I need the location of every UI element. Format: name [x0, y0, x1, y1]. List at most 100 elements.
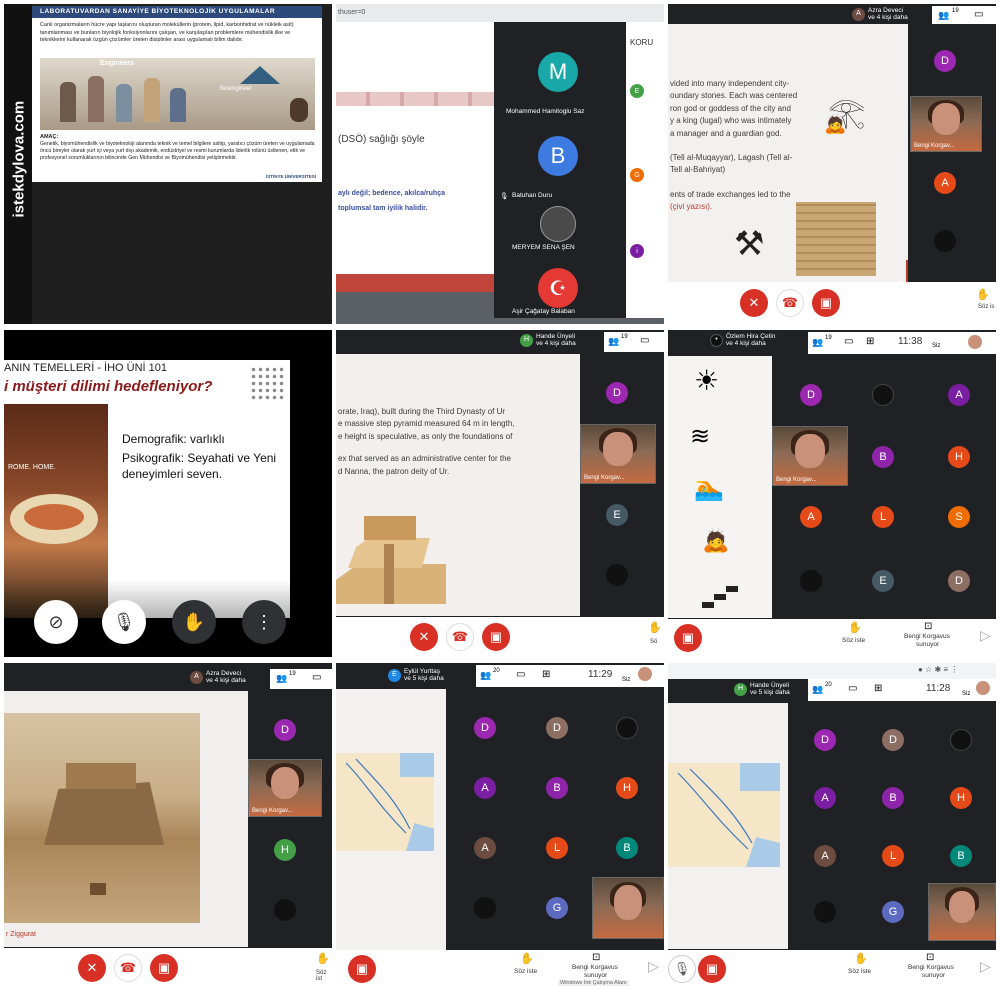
end-call-button[interactable]: ☎	[446, 623, 474, 651]
mesopotamia-map	[668, 763, 780, 867]
participant-avatar: H	[950, 787, 972, 809]
presenter-chip[interactable]: H Hande Ünyeli ve 4 kişi daha	[518, 331, 582, 350]
presenter-chip[interactable]: • Özlem Hira Çetin ve 4 kişi daha	[708, 331, 782, 350]
tile-biotech-slide: istekdylova.com LABORATUVARDAN SANAYİYE …	[4, 4, 332, 324]
people-panel: KORU E G i	[626, 22, 664, 318]
people-icon[interactable]: 👥	[276, 673, 287, 684]
activities-icon[interactable]: ⊞	[542, 669, 550, 680]
mic-button[interactable]: 🎙	[668, 955, 696, 983]
participant-avatar: G	[882, 901, 904, 923]
camera-off-button[interactable]: ⊘	[34, 600, 78, 644]
amac-label: AMAÇ:	[40, 134, 59, 140]
panel-avatar: G	[630, 168, 644, 182]
play-icon[interactable]: ▷	[648, 958, 659, 975]
participant-avatar	[606, 564, 628, 586]
participant-avatar: D	[606, 382, 628, 404]
end-call-button[interactable]: ☎	[776, 289, 804, 317]
url-fragment: thuser=0	[338, 9, 366, 16]
people-icon[interactable]: 👥	[480, 670, 491, 681]
raise-hand-icon[interactable]: ✋	[316, 952, 330, 965]
control-bar: ✕ ☎ ▣ ✋ Sö	[336, 617, 664, 657]
participant-avatar: M	[538, 52, 578, 92]
activities-icon[interactable]: ⊞	[874, 683, 882, 694]
presenter-chip[interactable]: E Eylül Yurttaş ve 5 kişi daha	[386, 666, 450, 685]
participant-avatar: D	[882, 729, 904, 751]
camera-off-button[interactable]: ▣	[698, 955, 726, 983]
participant-avatar	[950, 729, 972, 751]
camera-off-button[interactable]: ▣	[812, 289, 840, 317]
chat-icon[interactable]: ▭	[844, 336, 853, 347]
participant-avatar: L	[546, 837, 568, 859]
chat-icon[interactable]: ▭	[516, 669, 525, 680]
camera-off-button[interactable]: ▣	[150, 954, 178, 982]
camera-off-button[interactable]: ▣	[482, 623, 510, 651]
activities-icon[interactable]: ⊞	[866, 336, 874, 347]
mic-off-button[interactable]: ✕	[78, 954, 106, 982]
presenter-camera	[928, 883, 996, 941]
presenter-chip[interactable]: A Azra Deveci ve 4 kişi daha	[850, 5, 914, 24]
participant-avatar: A	[814, 787, 836, 809]
slide: r Ziggurat	[4, 691, 248, 947]
avatar[interactable]	[638, 667, 652, 681]
end-call-button[interactable]: ☎	[114, 954, 142, 982]
raise-hand-icon[interactable]: ✋	[854, 952, 868, 965]
present-icon[interactable]: ⊡	[924, 621, 932, 632]
people-count: 20	[825, 682, 832, 688]
participant-avatar	[616, 717, 638, 739]
presenter-camera	[592, 877, 664, 939]
participant-avatar: A	[474, 837, 496, 859]
participant-grid: D Bengi Korgav... H	[248, 691, 332, 947]
chat-icon[interactable]: ▭	[312, 672, 321, 683]
participant-name: Mohammed Hamitoglu Saz	[506, 108, 585, 115]
raise-hand-icon[interactable]: ✋	[520, 952, 534, 965]
control-bar: ▣ ✋ Söz iste ⊡ Bengi Korgavus sunuyor ▷ …	[336, 950, 664, 988]
mic-off-button[interactable]: 🎙	[102, 600, 146, 644]
tile-mesopotamia-slide: A Azra Deveci ve 4 kişi daha 👥 19 ▭ vided…	[668, 4, 996, 324]
bullet-demographic: Demografik: varlıklı	[122, 432, 225, 446]
camera-off-button[interactable]: ▣	[674, 624, 702, 652]
stairs-icon	[702, 578, 738, 608]
more-options-button[interactable]: ⋮	[242, 600, 286, 644]
slide-text-1: (DSÖ) sağlığı şöyle	[338, 134, 425, 145]
chat-icon[interactable]: ▭	[974, 9, 983, 20]
participant-avatar: H	[948, 446, 970, 468]
participant-avatar: D	[934, 50, 956, 72]
slide-body: Canlı organizmaların hücre yapı taşların…	[40, 22, 294, 44]
participant-grid: D D A B H A L B G	[788, 703, 996, 949]
play-icon[interactable]: ▷	[980, 627, 991, 644]
mic-off-button[interactable]: ✕	[410, 623, 438, 651]
kneeling-figure-icon: 🙇	[702, 528, 730, 553]
avatar[interactable]	[976, 681, 990, 695]
camera-off-button[interactable]: ▣	[348, 955, 376, 983]
raise-hand-label: Söz ist	[316, 970, 327, 982]
raise-hand-button[interactable]: ✋	[172, 600, 216, 644]
participant-grid: D A Bengi Korgav... B H A L S E D	[772, 356, 996, 618]
presenter-chip[interactable]: A Azra Deveci ve 4 kişi daha	[188, 668, 252, 687]
play-icon[interactable]: ▷	[980, 958, 991, 975]
people-icon[interactable]: 👥	[812, 684, 823, 695]
raise-hand-icon[interactable]: ✋	[848, 621, 862, 634]
people-icon[interactable]: 👥	[938, 10, 949, 21]
slide-caption: r Ziggurat	[6, 931, 36, 938]
presenter-chip[interactable]: H Hande Ünyeli ve 5 kişi daha	[732, 680, 796, 699]
participant-avatar: H	[616, 777, 638, 799]
avatar[interactable]	[968, 335, 982, 349]
participant-avatar: D	[274, 719, 296, 741]
people-icon[interactable]: 👥	[812, 337, 823, 348]
slide: ☀ ≋ 🏊 🙇	[668, 356, 772, 618]
people-icon[interactable]: 👥	[608, 336, 619, 347]
amac-text: Genetik, biyomühendislik ve biyoteknoloj…	[40, 141, 315, 162]
raise-hand-icon[interactable]: ✋	[976, 288, 990, 301]
participant-avatar: B	[538, 136, 578, 176]
present-icon[interactable]: ⊡	[592, 952, 600, 963]
slide-text-3: toplumsal tam iyilik halidir.	[338, 205, 428, 212]
slide-text-2: aylı değil; bedence, akılca/ruhça	[338, 190, 445, 197]
extension-icons[interactable]: ● ☆ ✱ ≡ ⋮	[918, 665, 958, 674]
present-icon[interactable]: ⊡	[926, 952, 934, 963]
raise-hand-icon[interactable]: ✋	[648, 621, 662, 634]
chat-icon[interactable]: ▭	[640, 335, 649, 346]
mic-off-button[interactable]: ✕	[740, 289, 768, 317]
watermark-text: istekdylova.com	[10, 100, 28, 218]
windows-ink-tooltip: Windows İnk Çalışma Alanı	[558, 980, 629, 986]
chat-icon[interactable]: ▭	[848, 683, 857, 694]
